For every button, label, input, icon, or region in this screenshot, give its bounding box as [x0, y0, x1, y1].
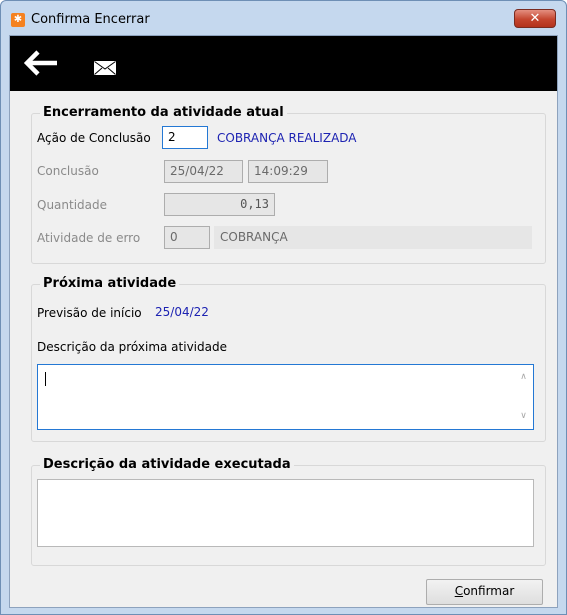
executed-activity-title: Descrição da atividade executada	[40, 457, 294, 472]
window-title: Confirma Encerrar	[31, 12, 150, 27]
text-caret	[45, 372, 46, 386]
previsao-inicio-label: Previsão de início	[37, 306, 142, 320]
descricao-proxima-label: Descrição da próxima atividade	[37, 340, 227, 354]
scroll-up-icon[interactable]: ∧	[518, 372, 529, 383]
acao-conclusao-code-input[interactable]: 2	[162, 126, 208, 149]
toolbar	[10, 36, 557, 91]
confirm-action-button[interactable]: Confirmar	[426, 579, 543, 605]
atividade-erro-label: Atividade de erro	[37, 231, 141, 245]
quantidade-label: Quantidade	[37, 198, 108, 212]
descricao-executada-textarea[interactable]	[37, 479, 534, 547]
next-activity-title: Próxima atividade	[40, 276, 180, 291]
conclusao-time-input[interactable]: 14:09:29	[248, 160, 328, 183]
app-logo-icon: ✱	[11, 13, 25, 27]
acao-conclusao-label: Ação de Conclusão	[37, 131, 151, 145]
atividade-erro-description: COBRANÇA	[214, 226, 532, 249]
confirm-mnemonic: C	[454, 584, 464, 598]
acao-conclusao-description: COBRANÇA REALIZADA	[217, 131, 357, 145]
envelope-icon[interactable]	[94, 61, 116, 75]
arrow-left-icon[interactable]	[24, 50, 58, 76]
conclusao-date-input[interactable]: 25/04/22	[164, 160, 243, 183]
close-button[interactable]: ✕	[514, 9, 556, 28]
dialog-body: Encerramento da atividade atual Ação de …	[9, 35, 558, 608]
descricao-proxima-textarea[interactable]: ∧ ∨	[37, 364, 534, 430]
scroll-down-icon[interactable]: ∨	[518, 411, 529, 422]
title-bar[interactable]: ✱ Confirma Encerrar ✕	[1, 1, 566, 35]
atividade-erro-code-input[interactable]: 0	[164, 226, 210, 249]
previsao-inicio-value: 25/04/22	[155, 305, 209, 319]
closing-activity-title: Encerramento da atividade atual	[40, 105, 287, 120]
confirm-label-rest: onfirmar	[463, 584, 515, 598]
dialog-window: ✱ Confirma Encerrar ✕ Encerramento da at…	[0, 0, 567, 615]
conclusao-label: Conclusão	[37, 164, 99, 178]
quantidade-input[interactable]: 0,13	[164, 193, 275, 216]
